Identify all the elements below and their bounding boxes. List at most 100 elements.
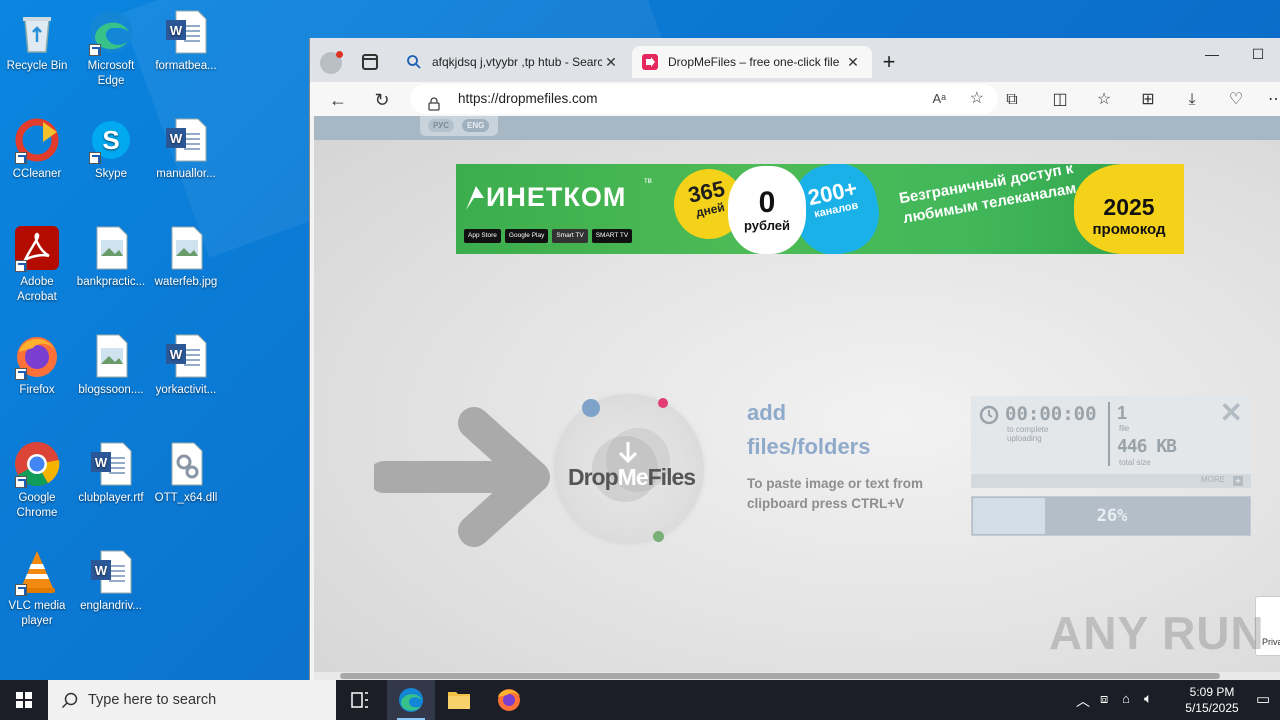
more-label: MORE	[1201, 475, 1225, 484]
extensions-icon[interactable]: ⧉	[998, 86, 1026, 114]
language-en[interactable]: ENG	[462, 119, 490, 132]
decor-dot	[653, 531, 664, 542]
svg-text:W: W	[95, 563, 108, 578]
svg-text:W: W	[170, 131, 183, 146]
desktop-icon-ott-dll[interactable]: OTT_x64.dll	[150, 440, 222, 506]
banner-brand: ИНЕТКОМ	[486, 182, 627, 212]
task-view-button[interactable]	[336, 680, 384, 720]
downloads-icon[interactable]: ⤓	[1178, 86, 1206, 114]
windows-icon	[16, 692, 32, 708]
ad-banner[interactable]: ИНЕТКОМ тв App Store Google Play Smart T…	[456, 164, 1184, 254]
collections-icon[interactable]: ⊞	[1134, 86, 1162, 114]
add-files-link[interactable]: add files/folders	[747, 396, 897, 464]
dropmefiles-logo[interactable]: DropMeFiles	[554, 394, 704, 544]
desktop-icon-yorkactivit[interactable]: W yorkactivit...	[150, 332, 222, 398]
maximize-button[interactable]: ☐	[1235, 42, 1280, 68]
desktop-icon-formatbea[interactable]: W formatbea...	[150, 8, 222, 74]
desktop-icon-label: clubplayer.rtf	[78, 492, 144, 504]
drop-arrow-icon	[374, 407, 550, 547]
more-menu-icon[interactable]: ⋯	[1262, 86, 1280, 114]
favorites-icon[interactable]: ☆	[1090, 86, 1118, 114]
desktop-icon-adobe-acrobat[interactable]: Adobe Acrobat	[1, 224, 73, 305]
desktop-icon-label: englandriv...	[80, 600, 142, 612]
desktop-icon-skype[interactable]: S Skype	[75, 116, 147, 182]
banner-brand-suffix: тв	[644, 176, 652, 185]
close-tab-icon[interactable]: ✕	[602, 54, 620, 71]
chrome-icon	[13, 440, 61, 488]
edge-icon	[399, 688, 423, 712]
notifications-icon[interactable]: ▭	[1256, 690, 1270, 708]
tab-search[interactable]: afqkjdsq j,vtyybr ,tp htub - Search ✕	[396, 46, 630, 78]
split-screen-icon[interactable]: ◫	[1046, 86, 1074, 114]
horizontal-scrollbar[interactable]	[314, 672, 1280, 680]
desktop-icon-waterfeb[interactable]: waterfeb.jpg	[150, 224, 222, 290]
banner-promo: 2025 промокод	[1074, 164, 1184, 254]
plus-icon: +	[1233, 476, 1243, 486]
desktop-icon-ccleaner[interactable]: CCleaner	[1, 116, 73, 182]
favorite-star-icon[interactable]: ☆	[970, 84, 984, 114]
profile-avatar[interactable]	[320, 51, 343, 74]
word-document-icon: W	[87, 548, 135, 596]
system-tray: ︿ ⧈ ⌂ 🔈︎ 5:09 PM 5/15/2025 ▭	[1060, 680, 1280, 720]
tab-dropmefiles[interactable]: DropMeFiles – free one-click file ✕	[632, 46, 872, 78]
desktop-icon-englandriv[interactable]: W englandriv...	[75, 548, 147, 614]
close-tab-icon[interactable]: ✕	[844, 54, 862, 71]
read-aloud-icon[interactable]: Aᵃ	[932, 84, 946, 114]
refresh-button[interactable]: ↻	[368, 86, 396, 114]
desktop-icon-clubplayer[interactable]: W clubplayer.rtf	[75, 440, 147, 506]
network-icon[interactable]: ⧈	[1100, 691, 1108, 707]
word-document-icon: W	[87, 440, 135, 488]
google-play-badge: Google Play	[504, 229, 549, 243]
desktop-icon-firefox[interactable]: Firefox	[1, 332, 73, 398]
clock[interactable]: 5:09 PM 5/15/2025	[1172, 684, 1252, 716]
taskbar-edge[interactable]	[387, 680, 435, 720]
desktop-icon-label: Adobe Acrobat	[17, 276, 57, 303]
taskbar-firefox[interactable]	[485, 680, 533, 720]
start-button[interactable]	[0, 680, 48, 720]
cancel-upload-icon[interactable]: ✕	[1220, 398, 1243, 428]
vlc-icon	[13, 548, 61, 596]
desktop-icon-label: VLC media player	[8, 600, 66, 627]
browser-window: afqkjdsq j,vtyybr ,tp htub - Search ✕ Dr…	[309, 38, 1280, 680]
chevron-up-icon[interactable]: ︿	[1076, 691, 1090, 711]
wifi-icon[interactable]: ⌂	[1122, 691, 1130, 706]
desktop-icon-label: waterfeb.jpg	[154, 276, 218, 288]
desktop-icon-label: Microsoft Edge	[87, 60, 135, 87]
decor-dot	[582, 399, 600, 417]
scrollbar-thumb[interactable]	[340, 673, 1220, 679]
minimize-button[interactable]: —	[1189, 42, 1235, 68]
banner-slogan: Безграничный доступ к любимым телеканала…	[897, 164, 1078, 227]
dll-file-icon	[162, 440, 210, 488]
taskbar-file-explorer[interactable]	[435, 680, 483, 720]
svg-text:W: W	[170, 347, 183, 362]
language-ru[interactable]: РУС	[428, 119, 454, 132]
desktop-icon-recycle-bin[interactable]: Recycle Bin	[1, 8, 73, 74]
browser-essentials-icon[interactable]: ♡	[1222, 86, 1250, 114]
desktop-icon-google-chrome[interactable]: Google Chrome	[1, 440, 73, 521]
desktop-icon-label: yorkactivit...	[155, 384, 217, 396]
tab-actions-icon[interactable]	[362, 54, 378, 70]
word-document-icon: W	[162, 8, 210, 56]
desktop-icon-bankpractic[interactable]: bankpractic...	[75, 224, 147, 290]
tab-title: DropMeFiles – free one-click file	[668, 55, 840, 69]
desktop-icon-manuallor[interactable]: W manuallor...	[150, 116, 222, 182]
task-view-icon	[351, 692, 368, 708]
smarttv-badge: SMART TV	[591, 229, 633, 243]
desktop-icon-label: OTT_x64.dll	[154, 492, 218, 504]
desktop-icon-vlc[interactable]: VLC media player	[1, 548, 73, 629]
divider	[1108, 402, 1110, 466]
upload-progress-text: 26%	[1096, 506, 1128, 526]
taskbar: Type here to search ︿ ⧈ ⌂ 🔈︎ 5:09 PM 5/1…	[0, 680, 1280, 720]
desktop-icon-label: Google Chrome	[16, 492, 58, 519]
desktop-icon-microsoft-edge[interactable]: Microsoft Edge	[75, 8, 147, 89]
more-toggle[interactable]: MORE +	[971, 474, 1251, 488]
ccleaner-icon	[13, 116, 61, 164]
search-icon	[61, 692, 78, 709]
volume-icon[interactable]: 🔈︎	[1144, 690, 1152, 707]
back-button[interactable]: ←	[324, 86, 352, 114]
new-tab-button[interactable]: +	[876, 50, 902, 76]
taskbar-search[interactable]: Type here to search	[48, 680, 336, 720]
skype-icon: S	[87, 116, 135, 164]
address-bar[interactable]: https://dropmefiles.com Aᵃ ☆	[410, 84, 998, 114]
desktop-icon-blogssoon[interactable]: blogssoon....	[75, 332, 147, 398]
